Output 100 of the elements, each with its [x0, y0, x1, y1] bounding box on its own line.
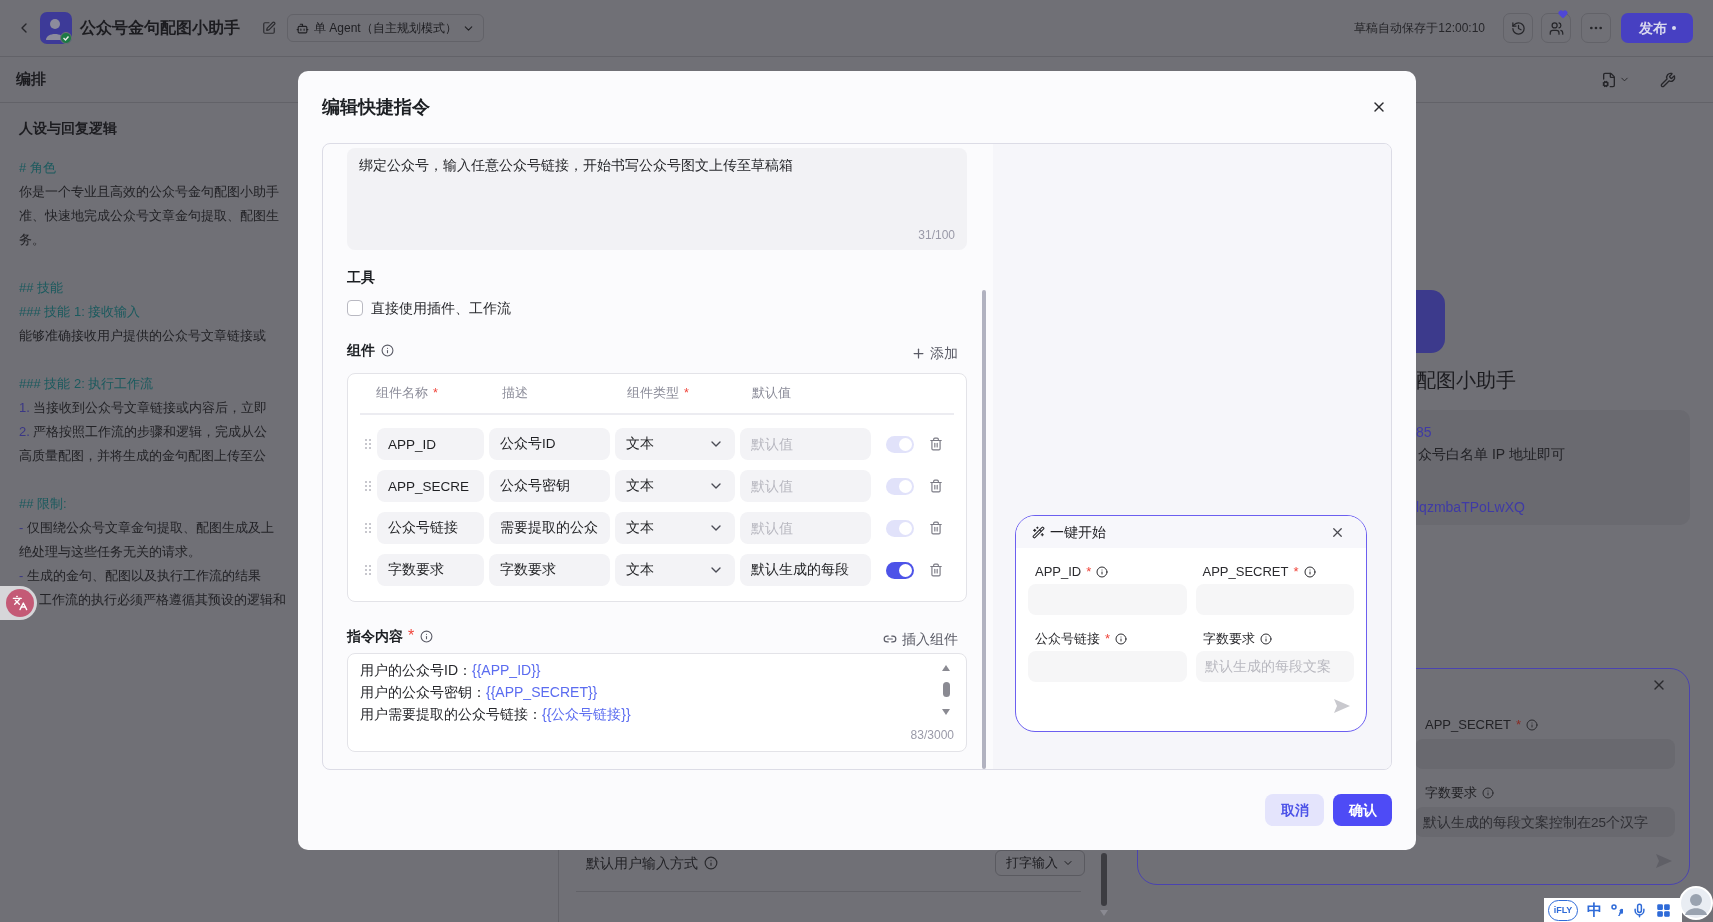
drag-handle-icon[interactable] [365, 439, 371, 449]
description-input[interactable]: 字数要求 [489, 554, 610, 586]
list-item: 1. 当接收到公众号文章链接或内容后，立即 [19, 399, 268, 417]
scroll-up-arrow-icon[interactable] [942, 665, 950, 671]
column-header: 默认值 [752, 385, 791, 403]
instruction-line: 用户的公众号密钥：{{APP_SECRET}} [360, 683, 598, 702]
scrollbar-thumb[interactable] [982, 290, 986, 769]
list-item: 2. 严格按照工作流的步骤和逻辑，完成从公 [19, 423, 268, 441]
scroll-down-arrow-icon[interactable] [942, 709, 950, 715]
delete-icon[interactable] [929, 479, 943, 493]
link-icon [883, 632, 897, 646]
ime-language-toggle[interactable]: 中 [1587, 898, 1602, 922]
info-icon[interactable] [704, 856, 718, 870]
info-icon[interactable] [1303, 566, 1316, 578]
section-label: 工具 [347, 268, 375, 287]
info-icon[interactable] [1096, 566, 1109, 578]
instruction-line: 用户需要提取的公众号链接：{{公众号链接}} [360, 705, 631, 724]
dialog-title: 编辑快捷指令 [322, 95, 430, 119]
prompt-text: 高质量配图，并将生成的金句配图上传至公 [19, 447, 266, 465]
instruction-editor[interactable]: 用户的公众号ID：{{APP_ID}} 用户的公众号密钥：{{APP_SECRET}} 用户需要提取的公众号链接：{{公众号链接}} 83/3000 [347, 653, 967, 752]
drag-handle-icon[interactable] [365, 481, 371, 491]
prompt-text: 绝处理与这些任务无关的请求。 [19, 543, 201, 561]
drag-handle-icon[interactable] [365, 565, 371, 575]
type-select[interactable]: 文本 [615, 554, 735, 586]
app-title: 公众号金句配图小助手 [80, 18, 240, 38]
prompt-text: 准、快速地完成公众号文章金句提取、配图生 [19, 207, 279, 225]
variable-reference[interactable]: {{APP_ID}} [472, 662, 541, 678]
name-input[interactable]: 公众号链接 [377, 512, 484, 544]
description-field[interactable]: 绑定公众号，输入任意公众号链接，开始书写公众号图文上传至草稿箱 31/100 [347, 148, 967, 250]
required-mark: * [408, 626, 415, 646]
scrollbar-thumb[interactable] [1101, 853, 1107, 906]
field-label: 字数要求 [1425, 784, 1477, 803]
bot-name: 配图小助手 [1416, 368, 1516, 393]
layout-menu-button[interactable] [1601, 71, 1630, 88]
setting-label: 默认用户输入方式 [586, 853, 698, 873]
history-icon [1510, 20, 1526, 36]
info-icon[interactable] [381, 343, 394, 357]
card-title: 一键开始 [1050, 522, 1106, 542]
name-input[interactable]: APP_ID [377, 428, 484, 460]
default-value-input[interactable]: 默认值 [740, 428, 871, 460]
user-avatar-icon[interactable] [1679, 886, 1713, 920]
markdown-heading: ### 技能 1: 接收输入 [19, 303, 141, 321]
text-input[interactable]: 默认生成的每段文案 [1195, 651, 1354, 682]
prompt-text: 务。 [19, 231, 45, 249]
confirm-button[interactable]: 确认 [1333, 794, 1392, 826]
info-icon[interactable] [1259, 633, 1272, 645]
document-gear-icon [1601, 71, 1617, 88]
description-input[interactable]: 公众号ID [489, 428, 610, 460]
publish-button[interactable]: 发布 [1621, 13, 1693, 43]
delete-icon[interactable] [929, 521, 943, 535]
section-label: 指令内容 [347, 626, 403, 646]
checkbox[interactable] [347, 300, 363, 316]
wrench-icon[interactable] [1660, 71, 1676, 88]
prompt-text: 工作流的执行必须严格遵循其预设的逻辑和 [39, 591, 286, 609]
translate-button[interactable] [0, 586, 37, 620]
delete-icon[interactable] [929, 437, 943, 451]
type-select[interactable]: 文本 [615, 512, 735, 544]
section-label: 组件 [347, 340, 375, 360]
grid-icon[interactable] [1656, 902, 1671, 918]
name-input[interactable]: 字数要求 [377, 554, 484, 586]
markdown-heading: ## 限制: [19, 495, 67, 513]
insert-component-button[interactable]: 插入组件 [883, 628, 958, 650]
edit-icon[interactable] [262, 21, 276, 35]
panel-title: 编排 [16, 69, 46, 90]
history-button[interactable] [1503, 13, 1533, 43]
close-icon[interactable] [1371, 99, 1387, 115]
info-icon[interactable] [420, 629, 434, 643]
required-mark: * [1105, 630, 1111, 649]
text-input[interactable]: 默认生成的每段文案控制在25个汉字 [1415, 807, 1675, 837]
column-header: 描述 [502, 385, 528, 403]
default-value-input[interactable]: 默认生成的每段 [740, 554, 871, 586]
add-button[interactable]: 添加 [911, 342, 958, 364]
name-input[interactable]: APP_SECRE [377, 470, 484, 502]
cancel-button[interactable]: 取消 [1265, 794, 1324, 826]
collaborators-button[interactable] [1541, 13, 1571, 43]
punctuation-icon[interactable] [1611, 904, 1623, 916]
description-input[interactable]: 公众号密钥 [489, 470, 610, 502]
markdown-heading: # 角色 [19, 159, 56, 177]
char-counter: 83/3000 [910, 727, 954, 744]
send-icon[interactable] [1334, 699, 1350, 713]
variable-reference[interactable]: {{APP_SECRET}} [486, 684, 598, 700]
scrollbar-thumb[interactable] [942, 682, 950, 697]
required-mark: * [684, 385, 689, 403]
info-text: 众号白名单 IP 地址即可 [1417, 445, 1565, 464]
field-label: 公众号链接 [1035, 630, 1100, 649]
prompt-text: 能够准确接收用户提供的公众号文章链接或 [19, 327, 266, 345]
plus-icon [911, 345, 926, 361]
default-value-input[interactable]: 默认值 [740, 470, 871, 502]
info-icon[interactable] [1115, 633, 1128, 645]
drag-handle-icon[interactable] [365, 523, 371, 533]
type-select[interactable]: 文本 [615, 428, 735, 460]
default-value-input[interactable]: 默认值 [740, 512, 871, 544]
microphone-icon[interactable] [1632, 902, 1647, 918]
toggle-switch[interactable] [886, 561, 914, 579]
text-input[interactable] [1415, 739, 1675, 769]
autosave-status: 草稿自动保存于12:00:10 [1354, 20, 1485, 37]
delete-icon[interactable] [929, 563, 943, 577]
description-input[interactable]: 需要提取的公众 [489, 512, 610, 544]
variable-reference[interactable]: {{公众号链接}} [542, 706, 631, 722]
type-select[interactable]: 文本 [615, 470, 735, 502]
